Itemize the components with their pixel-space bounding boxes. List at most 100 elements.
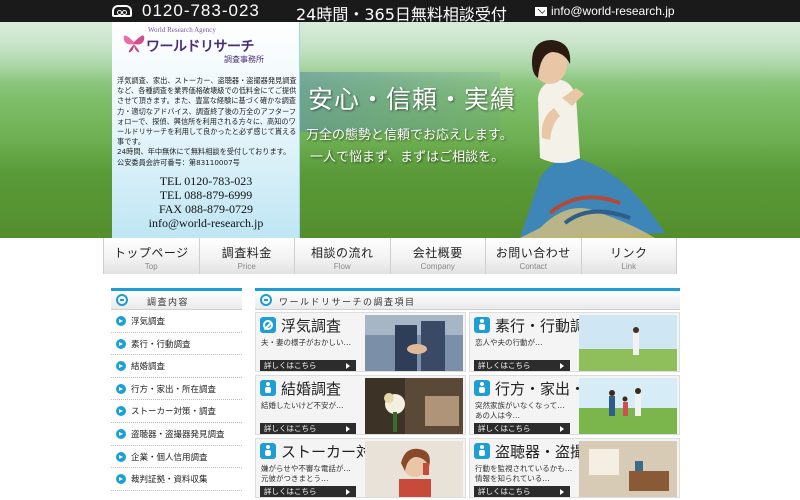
contact-email[interactable]: info@world-research.jp — [112, 216, 300, 230]
arrow-right-icon — [116, 316, 126, 326]
details-button[interactable]: 詳しくはこちら — [260, 423, 356, 434]
nav-sublabel: Top — [144, 262, 158, 271]
nav-contact[interactable]: お問い合わせ Contact — [485, 238, 581, 274]
nav-sublabel: Price — [237, 262, 256, 271]
nav-label: 相談の流れ — [310, 246, 374, 260]
intro-license: 公安委員会許可番号：第83110007号 — [117, 157, 240, 167]
room-interior-photo — [579, 441, 677, 497]
service-card-desc: 夫・妻の様子がおかしい… — [261, 338, 351, 347]
sidebar-item-label: 裁判証拠・資料収集 — [131, 475, 208, 486]
sidebar-item-affair[interactable]: 浮気調査 — [111, 310, 242, 333]
service-card-title: 結婚調査 — [281, 380, 342, 398]
nav-company[interactable]: 会社概要 Company — [389, 238, 485, 274]
butterfly-logo-icon — [123, 35, 145, 53]
person-icon — [474, 317, 490, 333]
nav-label: 調査料金 — [221, 246, 272, 260]
header-phone[interactable]: 0120-783-023 — [142, 1, 260, 21]
agency-intro: 浮気調査、家出、ストーカー、盗聴器・盗撮器発見調査など、各種調査を業界価格破壊級… — [117, 76, 297, 168]
sidebar-header: 調査内容 — [111, 288, 242, 310]
circle-arrow-icon — [116, 294, 128, 306]
holding-hands-photo — [365, 315, 463, 371]
contact-tel-1[interactable]: TEL 0120-783-023 — [112, 174, 300, 188]
services-header: ワールドリサーチの調査項目 — [255, 288, 680, 310]
sidebar-item-label: ストーカー対策・調査 — [131, 407, 217, 418]
family-walk-photo — [579, 378, 677, 434]
sidebar-item-bug-detection[interactable]: 盗聴器・盗撮器発見調査 — [111, 423, 242, 446]
service-card-desc: 結婚したいけど不安が… — [261, 401, 344, 410]
sidebar-item-credit[interactable]: 企業・個人信用調査 — [111, 446, 242, 469]
nav-label: トップページ — [113, 246, 189, 260]
sidebar-item-label: 企業・個人信用調査 — [131, 452, 208, 463]
service-card-desc: 嫌がらせや不審な電話が… 元彼がつきまとう… — [261, 464, 351, 483]
header-email[interactable]: info@world-research.jp — [551, 4, 675, 18]
nav-sublabel: Company — [420, 262, 455, 271]
service-card-missing: 行方・家出・所在調査 突然家族がいなくなって… あの人は今… 詳しくはこちら — [469, 375, 680, 435]
arrow-right-icon — [116, 383, 126, 394]
arrow-right-icon — [116, 428, 126, 439]
arrow-right-icon — [116, 474, 126, 485]
contact-tel-2[interactable]: TEL 088-879-6999 — [112, 188, 300, 202]
sidebar-item-conduct[interactable]: 素行・行動調査 — [111, 333, 242, 356]
woman-on-road-photo — [579, 315, 677, 371]
nav-flow[interactable]: 相談の流れ Flow — [294, 238, 390, 274]
sidebar-item-missing[interactable]: 行方・家出・所在調査 — [111, 378, 242, 401]
no-entry-icon — [260, 317, 276, 333]
nav-sublabel: Flow — [333, 262, 351, 271]
nav-label: お問い合わせ — [495, 246, 571, 260]
service-card-title: 浮気調査 — [281, 317, 342, 335]
details-button[interactable]: 詳しくはこちら — [260, 486, 356, 497]
hero-line-2: 一人で悩まず、まずはご相談を。 — [310, 150, 505, 165]
details-button[interactable]: 詳しくはこちら — [474, 423, 570, 434]
intro-hours-note: 24時間、年中無休にて無料相談を受付しております。 — [117, 147, 291, 157]
intro-text: 浮気調査、家出、ストーカー、盗聴器・盗撮器発見調査など、各種調査を業界価格破壊級… — [117, 76, 297, 147]
contact-block: TEL 0120-783-023 TEL 088-879-6999 FAX 08… — [112, 174, 300, 230]
service-card-desc: 突然家族がいなくなって… あの人は今… — [475, 401, 565, 420]
mail-icon — [535, 7, 547, 16]
sidebar-item-marriage[interactable]: 結婚調査 — [111, 355, 242, 378]
nav-sublabel: Contact — [519, 262, 548, 271]
sidebar: 調査内容 浮気調査 素行・行動調査 結婚調査 行方・家出・所在調査 ストーカー対… — [111, 288, 242, 500]
arrow-right-icon — [116, 451, 126, 462]
nav-sublabel: Link — [621, 262, 637, 271]
service-card-conduct: 素行・行動調査 恋人や夫の行動が… 詳しくはこちら — [469, 312, 680, 372]
arrow-right-icon — [116, 338, 126, 349]
bouquet-photo — [365, 378, 463, 434]
person-icon — [260, 380, 276, 396]
arrow-right-icon — [116, 406, 126, 417]
service-card-marriage: 結婚調査 結婚したいけど不安が… 詳しくはこちら — [255, 375, 466, 435]
main-nav: トップページ Top 調査料金 Price 相談の流れ Flow 会社概要 Co… — [103, 238, 677, 274]
nav-label: 会社概要 — [412, 246, 463, 260]
sidebar-item-label: 結婚調査 — [131, 362, 166, 373]
details-button[interactable]: 詳しくはこちら — [474, 360, 570, 371]
details-button[interactable]: 詳しくはこちら — [474, 486, 570, 497]
contact-fax: FAX 088-879-0729 — [158, 202, 254, 216]
sidebar-item-label: 盗聴器・盗撮器発見調査 — [131, 429, 225, 440]
service-card-desc: 行動を監視されているかも… 情報を知られている… — [475, 464, 573, 483]
sidebar-item-evidence[interactable]: 裁判証拠・資料収集 — [111, 468, 242, 491]
agency-info-box: World Research Agency ワールドリサーチ 調査事務所 浮気調… — [112, 22, 300, 238]
free-dial-icon — [112, 5, 132, 17]
service-card-affair: 浮気調査 夫・妻の様子がおかしい… 詳しくはこちら — [255, 312, 466, 372]
sidebar-title: 調査内容 — [147, 298, 190, 308]
hero-banner: 安心・信頼・実績 万全の態勢と信頼でお応えします。 一人で悩まず、まずはご相談を… — [0, 22, 800, 238]
woman-on-phone-photo — [365, 441, 463, 497]
circle-arrow-icon — [260, 294, 272, 306]
sidebar-item-label: 素行・行動調査 — [131, 339, 191, 350]
nav-top[interactable]: トップページ Top — [103, 238, 199, 274]
services-section: ワールドリサーチの調査項目 浮気調査 夫・妻の様子がおかしい… 詳しくはこちら … — [255, 288, 680, 500]
person-icon — [474, 380, 490, 396]
service-card-desc: 恋人や夫の行動が… — [475, 338, 543, 347]
brand-tag: 調査事務所 — [224, 55, 264, 64]
nav-link[interactable]: リンク Link — [580, 238, 677, 274]
service-card-stalker: ストーカー対策・調査 嫌がらせや不審な電話が… 元彼がつきまとう… 詳しくはこち… — [255, 438, 466, 498]
top-bar: 0120-783-023 24時間・365日無料相談受付 info@world-… — [0, 0, 800, 24]
services-title: ワールドリサーチの調査項目 — [279, 298, 416, 308]
details-button[interactable]: 詳しくはこちら — [260, 360, 356, 371]
sidebar-item-label: 浮気調査 — [131, 317, 166, 327]
phone-icon — [474, 443, 490, 459]
nav-label: リンク — [609, 246, 648, 260]
service-card-bug-detection: 盗聴器・盗撮器発見調査 行動を監視されているかも… 情報を知られている… 詳しく… — [469, 438, 680, 498]
arrow-right-icon — [116, 361, 126, 372]
sidebar-item-stalker[interactable]: ストーカー対策・調査 — [111, 400, 242, 423]
nav-price[interactable]: 調査料金 Price — [198, 238, 294, 274]
